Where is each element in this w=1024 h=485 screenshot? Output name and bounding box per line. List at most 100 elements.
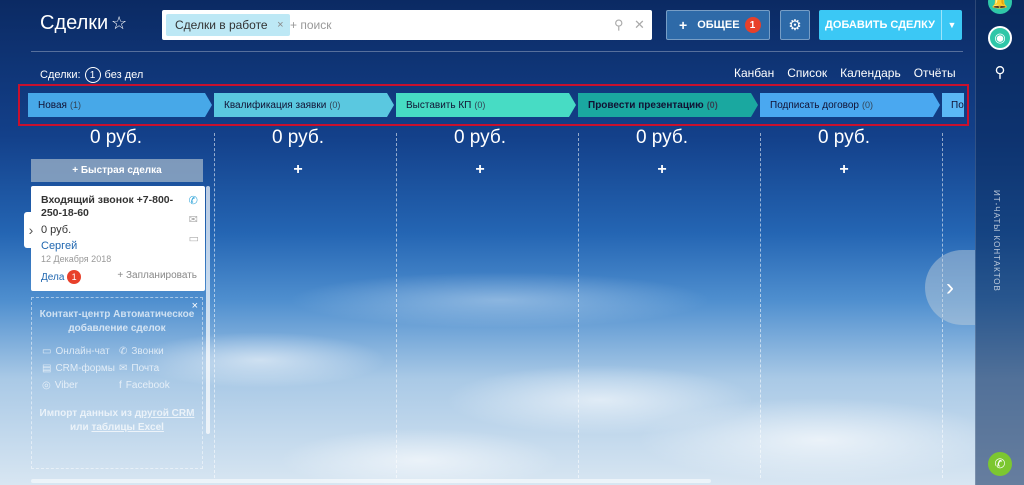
stage-next[interactable]: По (942, 93, 964, 117)
bell-icon[interactable]: 🔔 (988, 0, 1012, 14)
phone-icon[interactable]: ✆ (988, 452, 1012, 476)
common-button[interactable]: + ОБЩЕЕ 1 (666, 10, 770, 40)
column-separator (760, 133, 761, 478)
gear-icon: ⚙ (788, 17, 802, 34)
settings-button[interactable]: ⚙ (780, 10, 810, 40)
view-tabs: Канбан Список Календарь Отчёты (734, 66, 956, 86)
promo-item[interactable]: ▭ Онлайн-чат (42, 346, 115, 357)
viber-icon: ◎ (42, 380, 51, 391)
plan-link[interactable]: + Запланировать (117, 270, 197, 284)
column-sum: 0 руб. (635, 127, 689, 148)
promo-item[interactable]: f Facebook (119, 380, 192, 391)
promo-item-label: CRM-формы (55, 363, 115, 374)
chevron-down-icon[interactable]: ▼ (941, 10, 962, 40)
chat-icon[interactable]: ▭ (189, 232, 199, 245)
facebook-icon: f (119, 380, 122, 391)
deal-footer: Дела 1 + Запланировать (41, 270, 197, 284)
form-icon: ▤ (42, 363, 52, 374)
deal-date: 12 Декабря 2018 (41, 254, 112, 264)
chevron-right-icon[interactable]: › (24, 212, 38, 248)
deal-actions: ✆ ✉ ▭ (189, 194, 199, 245)
filter-chip[interactable]: Сделки в работе × (166, 14, 290, 36)
promo-title: Контакт-центр Автоматическое добавление … (39, 309, 195, 334)
add-deal-button[interactable]: ДОБАВИТЬ СДЕЛКУ ▼ (819, 10, 962, 40)
header-divider (31, 51, 963, 52)
stage-count: (1) (69, 100, 81, 110)
add-deal-plus[interactable]: + (390, 161, 570, 179)
deals-counter-suffix: без дел (104, 69, 144, 81)
stage-name: Новая (38, 99, 67, 111)
tasks-label: Дела (41, 272, 65, 283)
add-deal-plus[interactable]: + (754, 161, 934, 179)
add-deal-plus[interactable]: + (572, 161, 752, 179)
promo-import: Импорт данных из другой CRM или таблицы … (32, 407, 202, 435)
deal-user[interactable]: Сергей (41, 240, 195, 252)
deals-counter: Сделки: 1 без дел (40, 67, 143, 83)
deal-card[interactable]: Входящий звонок +7-800-250-18-60 0 руб. … (31, 186, 205, 291)
promo-item-label: Viber (54, 380, 78, 391)
stage-name: Подписать договор (770, 99, 859, 111)
column-scrollbar[interactable] (206, 186, 210, 434)
search-input[interactable]: + поиск (290, 18, 331, 32)
tasks-link[interactable]: Дела 1 (41, 270, 82, 284)
stage-contract[interactable]: Подписать договор (0) (760, 93, 940, 117)
stage-qualification[interactable]: Квалификация заявки (0) (214, 93, 394, 117)
search-icon[interactable]: ⚲ (614, 17, 624, 33)
common-label: ОБЩЕЕ (697, 19, 740, 31)
promo-item[interactable]: ▤ CRM-формы (42, 363, 115, 374)
open-lines-icon[interactable]: ◉ (988, 26, 1012, 50)
add-deal-plus[interactable]: + (208, 161, 388, 179)
column-sum: 0 руб. (271, 127, 325, 148)
clear-search-icon[interactable]: ✕ (634, 17, 645, 33)
import-prefix: Импорт данных из (39, 408, 132, 419)
chip-close-icon[interactable]: × (277, 14, 283, 36)
promo-item-label: Почта (131, 363, 160, 374)
stage-name: По (951, 99, 964, 111)
promo-item[interactable]: ✉ Почта (119, 363, 192, 374)
stage-name: Квалификация заявки (224, 99, 327, 111)
horizontal-scrollbar[interactable] (31, 479, 711, 483)
mail-icon[interactable]: ✉ (189, 213, 199, 226)
scroll-right-arrow[interactable]: › (925, 250, 975, 325)
deals-counter-prefix: Сделки: (40, 69, 81, 81)
column-separator (214, 133, 215, 478)
column-sum: 0 руб. (453, 127, 507, 148)
tab-reports[interactable]: Отчёты (914, 66, 956, 86)
page-title: Сделки (40, 12, 109, 34)
import-crm-link[interactable]: другой CRM (135, 408, 195, 419)
tab-list[interactable]: Список (787, 66, 827, 86)
stage-presentation[interactable]: Провести презентацию (0) (578, 93, 758, 117)
close-icon[interactable]: × (192, 300, 198, 312)
promo-channels: ▭ Онлайн-чат ✆ Звонки ▤ CRM-формы ✉ Почта ◎ V… (32, 346, 202, 391)
favorite-star-icon[interactable]: ☆ (111, 13, 127, 34)
import-excel-link[interactable]: таблицы Excel (91, 422, 164, 433)
phone-icon[interactable]: ✆ (189, 194, 199, 207)
promo-item-label: Онлайн-чат (55, 346, 110, 357)
column-sum: 0 руб. (817, 127, 871, 148)
stage-offer[interactable]: Выставить КП (0) (396, 93, 576, 117)
deal-title[interactable]: Входящий звонок +7-800-250-18-60 (41, 194, 181, 220)
search-icon[interactable]: ⚲ (988, 60, 1012, 84)
stage-name: Провести презентацию (588, 99, 704, 111)
chat-icon: ▭ (42, 346, 52, 357)
stage-count: (0) (861, 100, 873, 110)
filter-chip-label: Сделки в работе (175, 18, 268, 32)
search-bar[interactable]: Сделки в работе × + поиск ⚲ ✕ (162, 10, 652, 40)
stage-new[interactable]: Новая (1) (28, 93, 212, 117)
tab-kanban[interactable]: Канбан (734, 66, 775, 86)
deal-sum: 0 руб. (41, 224, 72, 236)
contacts-chat-label[interactable]: ИТ-ЧАТЫ КОНТАКТОВ (992, 190, 1001, 292)
quick-deal-button[interactable]: + Быстрая сделка (31, 159, 203, 182)
tasks-badge: 1 (67, 270, 82, 284)
phone-icon: ✆ (119, 346, 128, 357)
promo-item[interactable]: ◎ Viber (42, 380, 115, 391)
promo-item-label: Звонки (131, 346, 164, 357)
tab-calendar[interactable]: Календарь (840, 66, 901, 86)
stage-name: Выставить КП (406, 99, 472, 111)
chevron-right-icon: › (946, 273, 954, 301)
stage-count: (0) (706, 100, 718, 110)
deals-count-badge[interactable]: 1 (84, 67, 101, 83)
right-panel: 🔔 ◉ ⚲ ИТ-ЧАТЫ КОНТАКТОВ ✆ (975, 0, 1024, 485)
add-deal-label: ДОБАВИТЬ СДЕЛКУ (825, 19, 935, 31)
promo-item[interactable]: ✆ Звонки (119, 346, 192, 357)
